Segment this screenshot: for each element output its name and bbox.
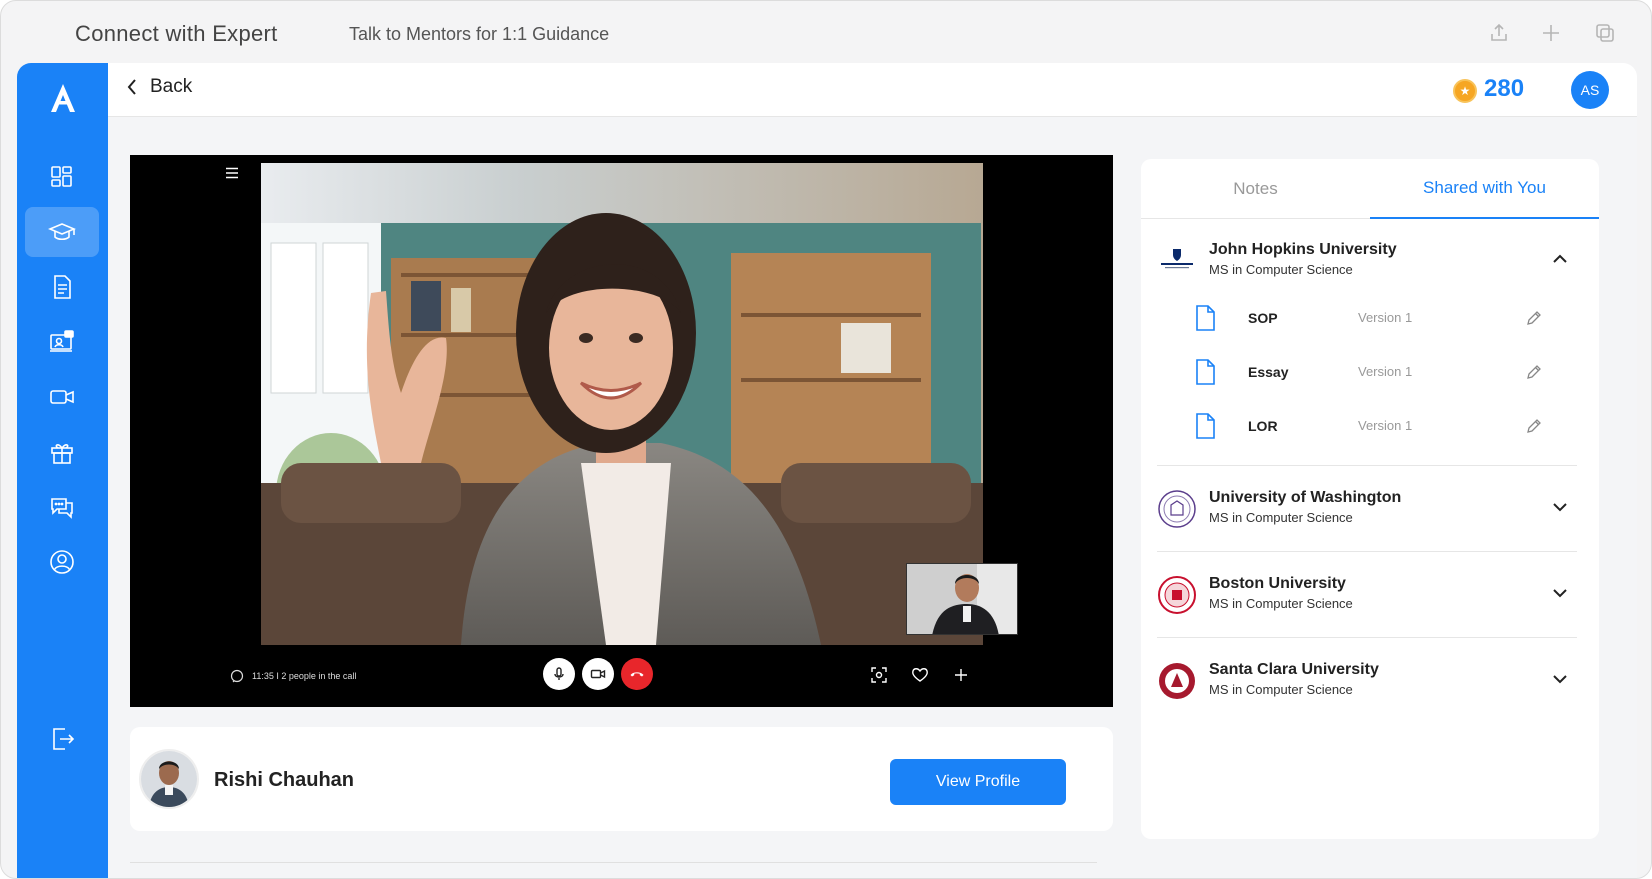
document-row[interactable]: SOP Version 1 [1193,302,1583,336]
tab-notes[interactable]: Notes [1141,159,1370,219]
screenshot-icon[interactable] [869,665,889,685]
nav-documents[interactable] [25,262,99,312]
add-icon[interactable] [951,665,971,685]
mic-button[interactable] [543,658,575,690]
graduation-cap-icon [48,223,76,241]
document-row[interactable]: Essay Version 1 [1193,356,1583,390]
nav-logout[interactable] [25,714,99,764]
program-name: MS in Computer Science [1209,262,1353,277]
chat-bubble-icon[interactable] [230,669,244,683]
profile-icon [50,550,74,574]
boston-university-logo [1157,575,1197,615]
chevron-up-icon[interactable] [1550,249,1570,269]
nav-mentors[interactable] [25,207,99,257]
heart-icon[interactable] [910,665,930,685]
edit-icon[interactable] [1525,417,1543,435]
end-call-icon [630,672,644,677]
duplicate-icon[interactable] [1593,21,1617,45]
tab-shared-with-you[interactable]: Shared with You [1370,159,1599,219]
call-status-text: 11:35 I 2 people in the call [252,671,357,681]
file-icon [1196,413,1215,439]
mentor-name: Rishi Chauhan [214,769,355,791]
chevron-down-icon[interactable] [1550,583,1570,603]
sidebar [17,63,108,878]
document-name: LOR [1248,418,1278,434]
university-name: Santa Clara University [1209,661,1379,678]
chevron-down-icon[interactable] [1550,669,1570,689]
document-version: Version 1 [1358,310,1413,325]
university-of-washington-logo [1157,489,1197,529]
program-name: MS in Computer Science [1209,596,1353,611]
chevron-left-icon [127,79,136,95]
app-area: Back ★ 280 AS 11:35 I 2 people in the ca… [17,63,1637,878]
logout-icon [53,728,75,750]
mentor-avatar [139,749,199,809]
divider [1157,551,1577,552]
video-call: 11:35 I 2 people in the call [130,155,1113,707]
nav-classes[interactable] [25,317,99,367]
panel-tabs: Notes Shared with You [1141,159,1599,219]
john-hopkins-logo [1157,241,1197,281]
document-name: SOP [1248,310,1278,326]
menu-icon[interactable] [225,167,239,179]
shared-documents-panel: Notes Shared with You John Hopkins Unive… [1141,159,1599,839]
document-icon [54,275,71,299]
call-status: 11:35 I 2 people in the call [230,669,356,683]
camera-icon [590,669,606,679]
window-subtitle: Talk to Mentors for 1:1 Guidance [349,24,610,44]
gift-icon [51,444,73,464]
mentor-card: Rishi Chauhan View Profile [130,727,1113,831]
back-button[interactable]: Back [126,76,192,98]
title-bar: Connect with Expert Talk to Mentors for … [1,1,1651,63]
nav-rewards[interactable] [25,427,99,477]
file-icon [1196,305,1215,331]
presentation-icon [50,330,74,352]
santa-clara-university-logo [1157,661,1197,701]
nav-videos[interactable] [25,372,99,422]
nav-profile[interactable] [25,537,99,587]
coin-icon: ★ [1453,79,1477,103]
plus-icon[interactable] [1539,21,1563,45]
divider [1157,637,1577,638]
points-count: 280 [1484,75,1525,102]
document-version: Version 1 [1358,418,1413,433]
nav-messages[interactable] [25,482,99,532]
share-icon[interactable] [1487,21,1511,45]
top-bar: Back ★ 280 AS [108,63,1637,117]
app-window: Connect with Expert Talk to Mentors for … [0,0,1652,879]
chevron-down-icon[interactable] [1550,497,1570,517]
divider [130,862,1097,863]
brand-logo[interactable] [45,81,81,115]
mentor-video-feed [261,163,983,645]
file-icon [1196,359,1215,385]
end-call-button[interactable] [621,658,653,690]
window-title: Connect with Expert [75,21,278,46]
program-name: MS in Computer Science [1209,510,1353,525]
document-name: Essay [1248,364,1289,380]
university-name: John Hopkins University [1209,241,1397,258]
program-name: MS in Computer Science [1209,682,1353,697]
nav-dashboard[interactable] [25,152,99,202]
chat-icon [51,498,73,519]
dashboard-icon [51,166,72,187]
university-name: University of Washington [1209,489,1402,506]
document-version: Version 1 [1358,364,1413,379]
back-label: Back [150,76,193,97]
document-row[interactable]: LOR Version 1 [1193,410,1583,444]
self-video-pip[interactable] [906,563,1018,635]
view-profile-button[interactable]: View Profile [890,759,1066,805]
mic-icon [554,667,564,680]
camera-button[interactable] [582,658,614,690]
edit-icon[interactable] [1525,309,1543,327]
divider [1157,465,1577,466]
edit-icon[interactable] [1525,363,1543,381]
video-icon [50,390,74,404]
user-avatar[interactable]: AS [1571,71,1609,109]
university-name: Boston University [1209,575,1346,592]
